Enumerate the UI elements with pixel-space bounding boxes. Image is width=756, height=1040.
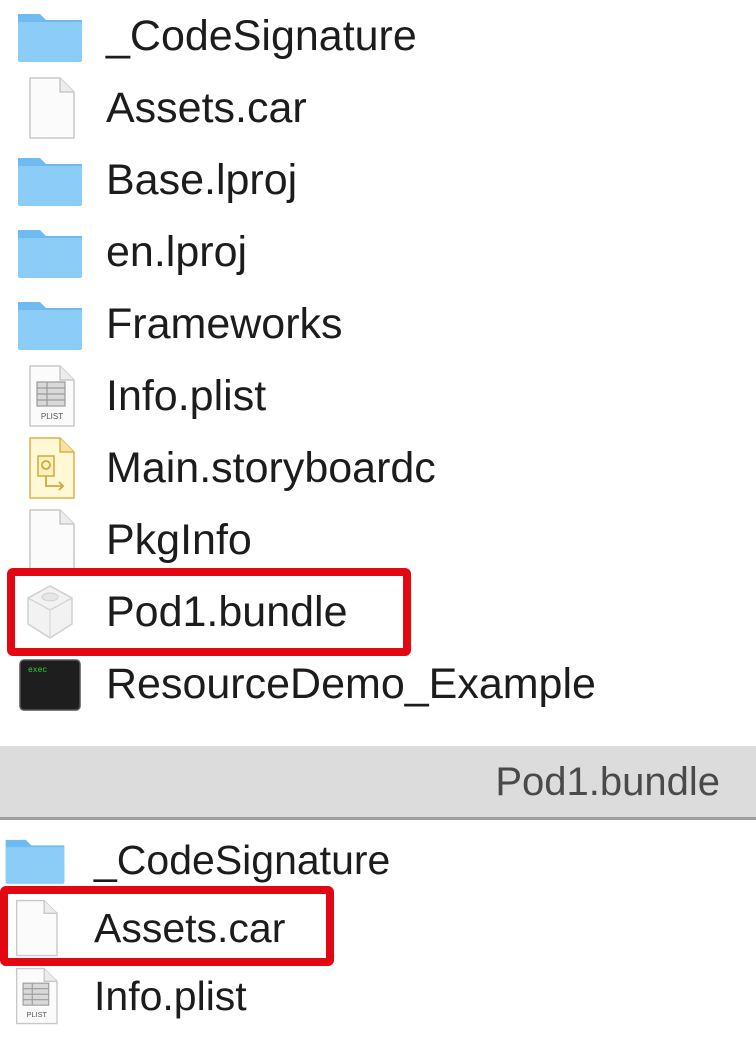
folder-icon <box>2 824 74 896</box>
file-name: Pod1.bundle <box>106 588 348 636</box>
file-name: Info.plist <box>94 973 247 1019</box>
file-name: Assets.car <box>106 84 307 132</box>
file-name: _CodeSignature <box>94 837 391 883</box>
pane-title: Pod1.bundle <box>495 760 720 804</box>
folder-icon <box>14 144 86 216</box>
file-row-resourcedemo-example[interactable]: exec ResourceDemo_Example <box>0 648 756 720</box>
file-name: Assets.car <box>94 905 286 951</box>
terminal-icon: exec <box>14 648 86 720</box>
document-icon <box>14 504 86 576</box>
file-row-codesignature[interactable]: _CodeSignature <box>0 824 756 892</box>
file-row-codesignature[interactable]: _CodeSignature <box>0 0 756 72</box>
file-row-main-storyboardc[interactable]: Main.storyboardc <box>0 432 756 504</box>
file-name: ResourceDemo_Example <box>106 660 596 708</box>
folder-icon <box>14 216 86 288</box>
file-row-frameworks[interactable]: Frameworks <box>0 288 756 360</box>
file-row-assets-car[interactable]: Assets.car <box>0 72 756 144</box>
plist-icon: PLIST <box>2 960 74 1032</box>
file-name: PkgInfo <box>106 516 252 564</box>
file-row-assets-car[interactable]: Assets.car <box>0 892 756 960</box>
document-icon <box>14 72 86 144</box>
file-row-info-plist[interactable]: PLIST Info.plist <box>0 360 756 432</box>
plist-badge: PLIST <box>27 1010 48 1019</box>
file-row-info-plist[interactable]: PLIST Info.plist <box>0 960 756 1028</box>
plist-icon: PLIST <box>14 360 86 432</box>
file-row-base-lproj[interactable]: Base.lproj <box>0 144 756 216</box>
document-icon <box>2 892 74 964</box>
file-row-en-lproj[interactable]: en.lproj <box>0 216 756 288</box>
file-name: _CodeSignature <box>106 12 417 60</box>
file-name: Main.storyboardc <box>106 444 436 492</box>
file-name: Frameworks <box>106 300 343 348</box>
file-row-pkginfo[interactable]: PkgInfo <box>0 504 756 576</box>
bundle-icon <box>14 576 86 648</box>
file-name: en.lproj <box>106 228 248 276</box>
file-name: Info.plist <box>106 372 267 420</box>
pane-header: Pod1.bundle <box>0 746 756 820</box>
plist-badge: PLIST <box>41 412 63 421</box>
terminal-exec-text: exec <box>28 666 47 675</box>
folder-icon <box>14 0 86 72</box>
storyboard-icon <box>14 432 86 504</box>
folder-icon <box>14 288 86 360</box>
file-row-pod1-bundle[interactable]: Pod1.bundle <box>0 576 756 648</box>
file-name: Base.lproj <box>106 156 298 204</box>
